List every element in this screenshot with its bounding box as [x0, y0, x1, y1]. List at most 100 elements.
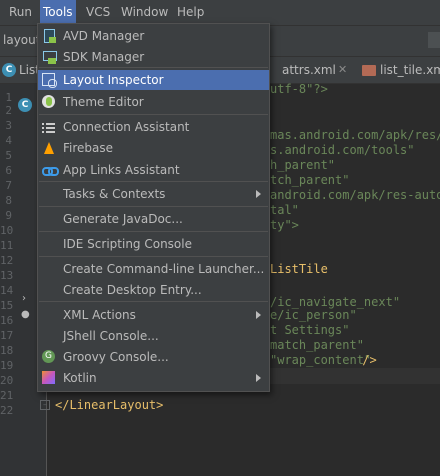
menu-item-label: Firebase: [63, 141, 114, 155]
code-line-5: h_parent": [270, 158, 336, 172]
fold-icon[interactable]: –: [40, 400, 50, 410]
menu-item-label: IDE Scripting Console: [63, 237, 192, 251]
menu-item-create-desktop-entry[interactable]: Create Desktop Entry...: [38, 280, 269, 300]
sdk-manager-icon: [42, 50, 57, 64]
connection-assistant-icon: [42, 120, 56, 134]
menu-separator: [39, 181, 268, 182]
class-icon: C: [2, 63, 16, 77]
line-number: 1: [5, 91, 12, 104]
menu-separator: [39, 256, 268, 257]
code-line-8: tal": [270, 203, 299, 217]
code-line-16: e/ic_person": [270, 308, 357, 322]
submenu-arrow-icon: [256, 374, 261, 382]
firebase-icon: [42, 141, 56, 155]
code-line-17: t Settings": [270, 323, 350, 337]
submenu-arrow-icon: [256, 190, 261, 198]
menu-item-label: Layout Inspector: [63, 73, 164, 87]
menu-tools[interactable]: Tools: [40, 0, 76, 25]
toolbar-button[interactable]: [428, 32, 440, 48]
menu-item-label: Generate JavaDoc...: [63, 212, 183, 226]
line-number: 21: [0, 389, 14, 402]
code-line-22: </LinearLayout>: [55, 398, 164, 412]
line-number: 14: [0, 284, 14, 297]
menu-item-app-links-assistant[interactable]: App Links Assistant: [38, 160, 269, 180]
menu-item-kotlin[interactable]: Kotlin: [38, 368, 269, 388]
code-line-7: android.com/apk/res-auto": [270, 188, 440, 202]
menu-item-jshell-console[interactable]: JShell Console...: [38, 326, 269, 346]
menu-item-theme-editor[interactable]: Theme Editor: [38, 92, 269, 112]
menu-separator: [39, 67, 268, 68]
xml-file-icon: [362, 65, 376, 76]
menu-item-generate-javadoc[interactable]: Generate JavaDoc...: [38, 209, 269, 229]
line-number: 20: [0, 374, 14, 387]
menu-item-sdk-manager[interactable]: SDK Manager: [38, 47, 269, 67]
line-number: 22: [0, 404, 14, 417]
line-number: 3: [5, 119, 12, 132]
line-number: 15: [0, 299, 14, 312]
line-number: 13: [0, 269, 14, 282]
menu-item-label: AVD Manager: [63, 29, 145, 43]
line-number: 16: [0, 314, 14, 327]
theme-editor-icon: [42, 95, 56, 109]
menu-item-groovy-console[interactable]: G Groovy Console...: [38, 347, 269, 367]
menu-item-label: Tasks & Contexts: [63, 187, 166, 201]
person-icon: ●: [21, 309, 30, 320]
code-line-12: ListTile: [270, 262, 328, 276]
menu-item-label: XML Actions: [63, 308, 136, 322]
line-number: 4: [5, 134, 12, 147]
menu-item-create-command-line-launcher[interactable]: Create Command-line Launcher...: [38, 259, 269, 279]
class-gutter-icon[interactable]: C: [18, 98, 32, 112]
code-line-15: /ic_navigate_next": [270, 295, 401, 309]
tab-list-tile-xml[interactable]: list_tile.xml: [380, 57, 440, 83]
menu-item-label: Connection Assistant: [63, 120, 190, 134]
tab-attrs-xml[interactable]: attrs.xml: [282, 57, 336, 83]
breadcrumb[interactable]: layout: [3, 33, 40, 47]
menu-item-ide-scripting-console[interactable]: IDE Scripting Console: [38, 234, 269, 254]
menu-item-layout-inspector[interactable]: Layout Inspector: [38, 70, 269, 90]
code-line-18: match_parent": [270, 338, 364, 352]
line-number: 8: [5, 194, 12, 207]
line-number: 9: [5, 209, 12, 222]
code-line-19-end: />: [355, 353, 377, 367]
close-icon[interactable]: ✕: [338, 57, 347, 83]
line-number: 10: [0, 224, 14, 237]
kotlin-icon: [42, 371, 56, 385]
chevron-right-icon[interactable]: ›: [22, 293, 26, 304]
menu-item-label: Create Command-line Launcher...: [63, 262, 265, 276]
menu-item-avd-manager[interactable]: AVD Manager: [38, 26, 269, 46]
line-number: 12: [0, 254, 14, 267]
layout-inspector-icon: [42, 73, 57, 88]
menu-item-label: Theme Editor: [63, 95, 144, 109]
line-number: 11: [0, 239, 14, 252]
menu-help[interactable]: Help: [174, 0, 207, 25]
menu-separator: [39, 114, 268, 115]
line-number: 2: [5, 104, 12, 117]
menu-separator: [39, 231, 268, 232]
line-number: 19: [0, 359, 14, 372]
avd-manager-icon: [42, 29, 56, 43]
line-number: 5: [5, 149, 12, 162]
menu-item-label: JShell Console...: [63, 329, 159, 343]
menu-run[interactable]: Run: [6, 0, 35, 25]
menu-item-connection-assistant[interactable]: Connection Assistant: [38, 117, 269, 137]
code-line-1: utf-8"?>: [270, 82, 328, 96]
current-line-highlight: [268, 368, 440, 384]
line-number: 17: [0, 329, 14, 342]
menu-item-tasks-contexts[interactable]: Tasks & Contexts: [38, 184, 269, 204]
menu-separator: [39, 301, 268, 302]
menu-item-xml-actions[interactable]: XML Actions: [38, 305, 269, 325]
code-line-6: tch_parent": [270, 173, 350, 187]
code-line-9: ty">: [270, 218, 299, 232]
menu-item-firebase[interactable]: Firebase: [38, 138, 269, 158]
groovy-icon: G: [42, 350, 56, 364]
line-number: 18: [0, 344, 14, 357]
line-number: 6: [5, 164, 12, 177]
menu-item-label: Groovy Console...: [63, 350, 169, 364]
menu-window[interactable]: Window: [118, 0, 171, 25]
line-number: 7: [5, 179, 12, 192]
menu-item-label: Create Desktop Entry...: [63, 283, 202, 297]
menu-vcs[interactable]: VCS: [83, 0, 113, 25]
app-links-icon: [42, 163, 59, 177]
tools-menu: AVD Manager SDK Manager Layout Inspector Th…: [37, 23, 270, 392]
code-line-4: s.android.com/tools": [270, 143, 415, 157]
